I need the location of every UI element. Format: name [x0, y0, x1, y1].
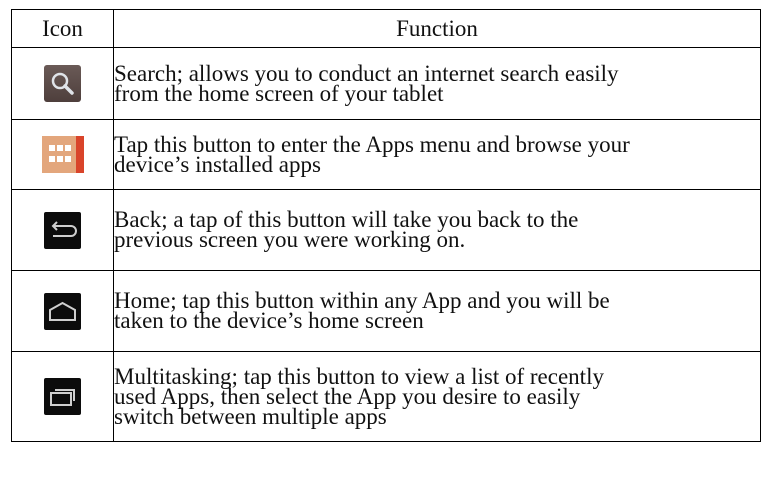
- apps-grid-icon: [41, 136, 84, 173]
- back-arrow-icon: [44, 211, 81, 249]
- icon-cell: [11, 119, 114, 190]
- multitasking-icon: [44, 378, 81, 415]
- function-text-line: from the home screen of your tablet: [114, 80, 444, 106]
- table-row: Multitasking; tap this button to view a …: [11, 351, 761, 442]
- home-icon: [44, 292, 81, 330]
- function-cell: Back; a tap of this button will take you…: [113, 189, 761, 271]
- function-cell: Home; tap this button within any App and…: [113, 270, 761, 352]
- icon-cell: [11, 351, 114, 442]
- icon-cell: [11, 47, 114, 120]
- table-row: Home; tap this button within any App and…: [11, 270, 761, 352]
- table-header-row: Icon Function: [11, 9, 761, 48]
- function-text-line: taken to the device’s home screen: [114, 308, 424, 333]
- table-row: Tap this button to enter the Apps menu a…: [11, 119, 761, 190]
- function-column-header: Function: [113, 9, 761, 48]
- function-text-line: previous screen you were working on.: [114, 227, 466, 252]
- search-icon: [44, 65, 81, 102]
- icon-cell: [11, 189, 114, 271]
- table-row: Search; allows you to conduct an interne…: [11, 47, 761, 120]
- function-cell: Tap this button to enter the Apps menu a…: [113, 119, 761, 190]
- table-row: Back; a tap of this button will take you…: [11, 189, 761, 271]
- function-text-line: device’s installed apps: [114, 151, 321, 177]
- icon-column-header: Icon: [11, 9, 114, 48]
- function-text-line: switch between multiple apps: [114, 403, 387, 429]
- icon-function-table: Icon Function Search; allows you to cond…: [11, 9, 761, 442]
- function-cell: Multitasking; tap this button to view a …: [113, 351, 761, 442]
- function-cell: Search; allows you to conduct an interne…: [113, 47, 761, 120]
- icon-cell: [11, 270, 114, 352]
